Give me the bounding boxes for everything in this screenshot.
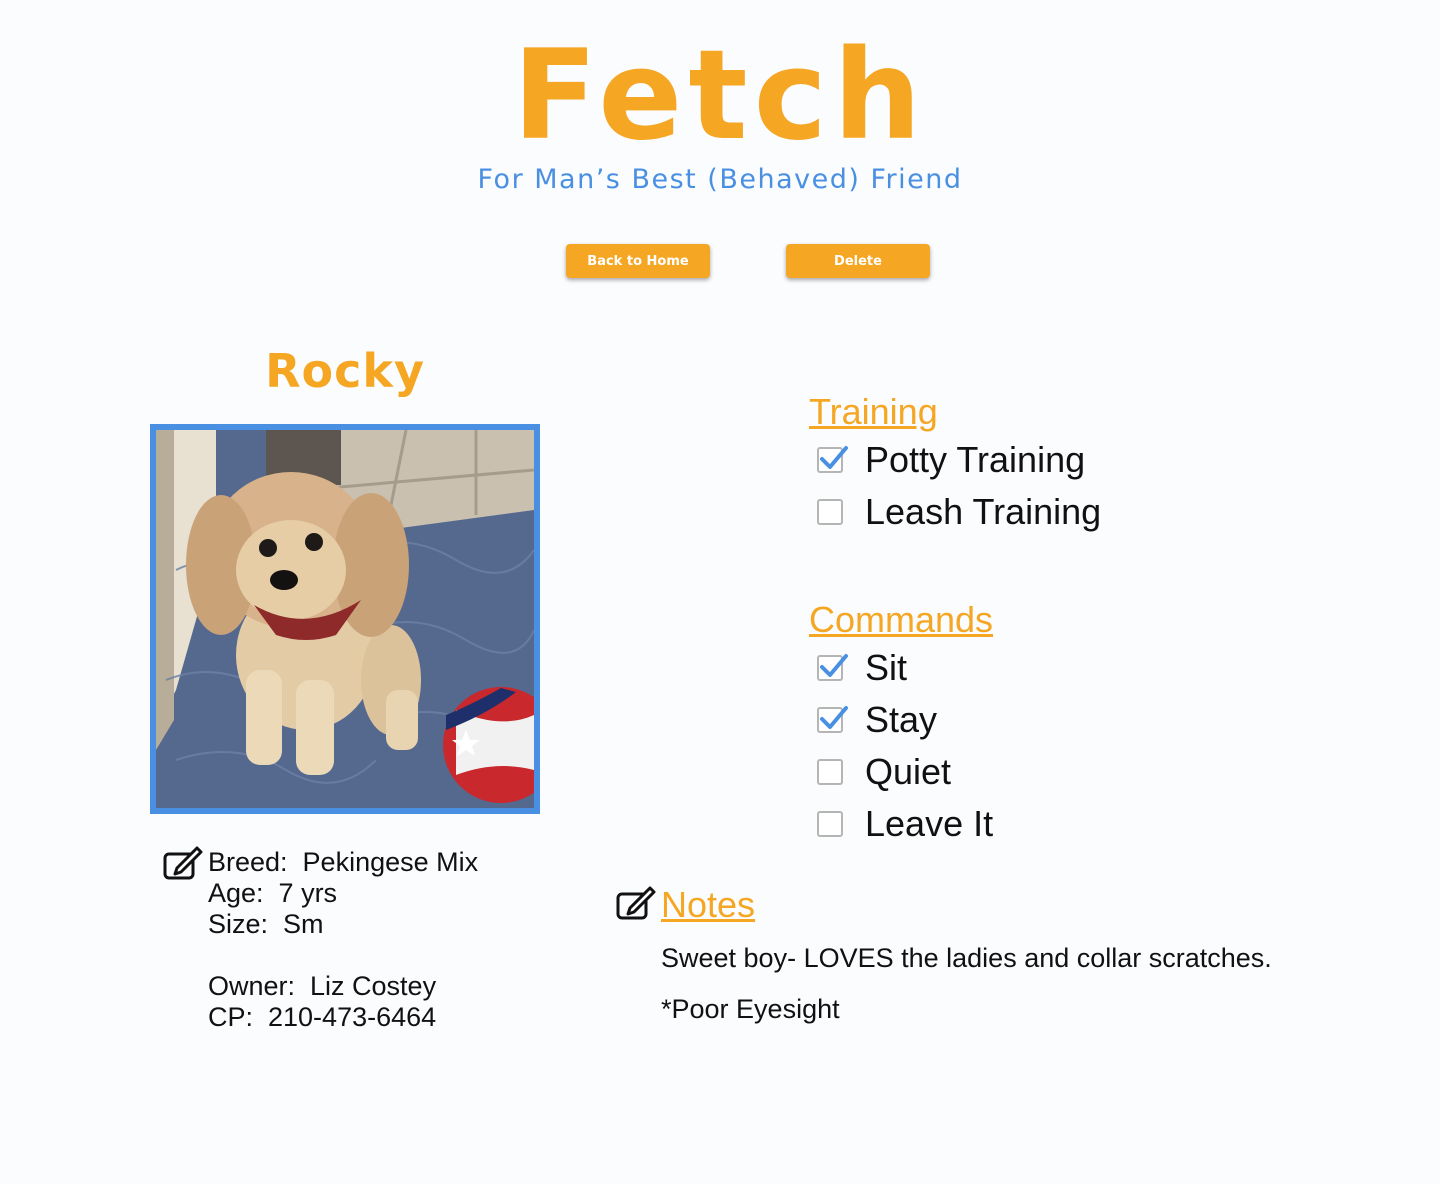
- quiet-label: Quiet: [865, 751, 952, 792]
- leave-it-label: Leave It: [865, 803, 994, 844]
- training-item-potty[interactable]: Potty Training: [817, 434, 1101, 486]
- quiet-checkbox[interactable]: [817, 759, 843, 785]
- stay-checkbox[interactable]: [817, 706, 848, 733]
- sit-checkbox[interactable]: [817, 654, 848, 681]
- dog-photo-illustration: [156, 430, 534, 808]
- checkmark-icon: [820, 706, 848, 729]
- dog-name: Rocky: [265, 344, 425, 398]
- owner-name: Owner: Liz Costey: [208, 971, 437, 1001]
- note-line: Sweet boy- LOVES the ladies and collar s…: [661, 943, 1272, 973]
- note-line: *Poor Eyesight: [661, 994, 840, 1024]
- potty-training-label: Potty Training: [865, 439, 1086, 480]
- potty-training-checkbox[interactable]: [817, 446, 848, 473]
- stay-label: Stay: [865, 699, 938, 740]
- edit-info-icon[interactable]: [163, 846, 203, 882]
- app-tagline: For Man’s Best (Behaved) Friend: [477, 164, 963, 195]
- edit-notes-icon[interactable]: [616, 886, 656, 922]
- sit-label: Sit: [865, 647, 908, 688]
- training-section: Training Potty Training Leash Training: [809, 391, 1101, 538]
- command-item-quiet[interactable]: Quiet: [817, 746, 993, 798]
- training-title[interactable]: Training: [809, 391, 1101, 433]
- training-item-leash[interactable]: Leash Training: [817, 486, 1101, 538]
- commands-section: Commands Sit Stay Quiet Leave It: [809, 599, 993, 850]
- leash-training-label: Leash Training: [865, 491, 1102, 532]
- leash-training-checkbox[interactable]: [817, 499, 843, 525]
- dog-age: Age: 7 yrs: [208, 878, 338, 908]
- leave-it-checkbox[interactable]: [817, 811, 843, 837]
- command-item-leave-it[interactable]: Leave It: [817, 798, 993, 850]
- dog-photo: [150, 424, 540, 814]
- dog-info: Breed: Pekingese Mix Age: 7 yrs Size: Sm…: [208, 847, 478, 1033]
- owner-phone: CP: 210-473-6464: [208, 1002, 437, 1032]
- checkmark-icon: [820, 446, 848, 469]
- app-logo-title: Fetch: [512, 24, 928, 168]
- delete-button[interactable]: Delete: [786, 244, 930, 278]
- commands-title[interactable]: Commands: [809, 599, 993, 641]
- notes-title[interactable]: Notes: [661, 884, 755, 926]
- dog-breed: Breed: Pekingese Mix: [208, 847, 479, 877]
- back-to-home-button[interactable]: Back to Home: [566, 244, 710, 278]
- dog-size: Size: Sm: [208, 909, 324, 939]
- checkmark-icon: [820, 654, 848, 677]
- command-item-sit[interactable]: Sit: [817, 642, 993, 694]
- command-item-stay[interactable]: Stay: [817, 694, 993, 746]
